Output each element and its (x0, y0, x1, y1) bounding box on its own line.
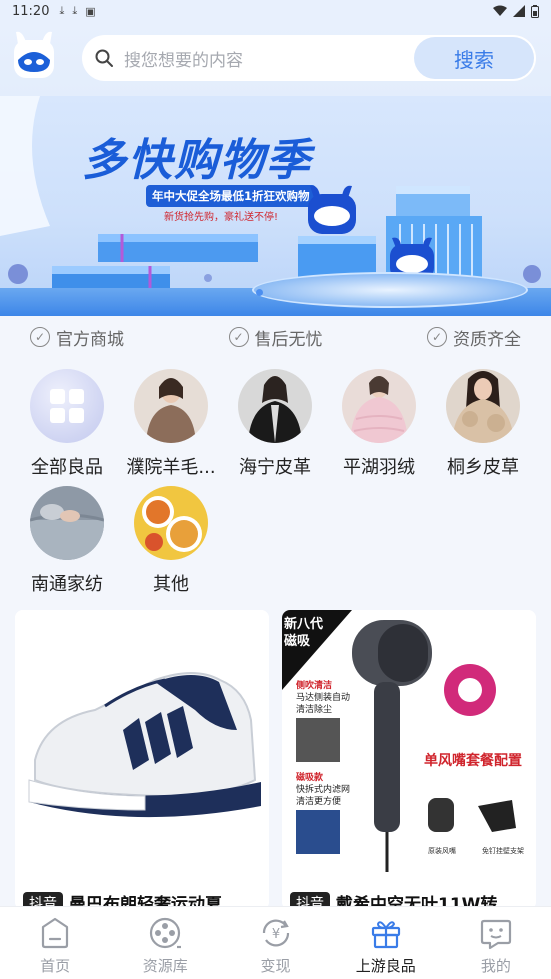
nav-label: 首页 (40, 957, 71, 975)
nav-home[interactable]: 首页 (0, 907, 110, 979)
nav-label: 我的 (480, 957, 511, 975)
signal-icon (513, 5, 525, 17)
yen-cycle-icon: ¥ (262, 919, 289, 947)
accessory-label: 原装风嘴 (428, 847, 456, 855)
feature-title: 侧吹清洁 (296, 681, 333, 691)
accessory-label: 免钉挂壁支架 (482, 847, 524, 855)
search-icon (95, 49, 113, 67)
nav-label: 资源库 (142, 957, 188, 975)
check-circle-icon: ✓ (427, 327, 447, 347)
header: 搜您想要的内容 搜索 (0, 22, 551, 96)
category-all[interactable]: 全部良品 (17, 369, 117, 479)
category-label: 海宁皮革 (239, 457, 311, 478)
feature-title: 磁吸款 (296, 773, 324, 783)
leather-jacket-photo (238, 369, 312, 443)
feature-desc: 快拆式内滤网 (296, 785, 351, 795)
food-photo (134, 486, 208, 560)
assurance-label: 售后无忧 (254, 329, 323, 350)
assurance-item: ✓ 售后无忧 (228, 325, 323, 350)
bedding-photo (30, 486, 104, 560)
hair-dryer-image: 新八代 磁吸 侧吹清洁 马达侧装自动 清洁除尘 磁吸款 快拆式内滤网 清洁更方便… (282, 610, 536, 882)
assurance-label: 官方商城 (56, 329, 124, 350)
wifi-icon (493, 5, 507, 16)
download-icon: ⤓ (72, 4, 78, 17)
category-label: 平湖羽绒 (343, 457, 415, 478)
assurance-item: ✓ 官方商城 (30, 325, 124, 350)
grid-icon (30, 369, 104, 443)
config-text: 单风嘴套餐配置 (424, 753, 522, 769)
search-input[interactable]: 搜您想要的内容 (124, 46, 414, 71)
svg-text:¥: ¥ (271, 927, 279, 942)
down-jacket-photo (342, 369, 416, 443)
feature-desc: 马达侧装自动 (296, 693, 351, 703)
status-time: 11:20 (12, 3, 50, 19)
fur-coat-photo (446, 369, 520, 443)
product-card[interactable]: 抖音 曼巴布朗轻奢运动夏 (15, 610, 269, 910)
search-button[interactable]: 搜索 (414, 37, 534, 79)
nav-monetize[interactable]: ¥ 变现 (220, 907, 330, 979)
a-icon: ▣ (85, 4, 96, 18)
category-label: 桐乡皮草 (447, 457, 519, 478)
assurance-label: 资质齐全 (453, 329, 521, 350)
category-label: 其他 (153, 574, 189, 595)
promo-banner[interactable]: 多快购物季 年中大促全场最低1折狂欢购物 新货抢先购，豪礼送不停! (0, 96, 551, 316)
corner-text: 磁吸 (284, 634, 311, 649)
feature-desc: 清洁除尘 (296, 705, 333, 715)
sweater-photo (134, 369, 208, 443)
feature-desc: 清洁更方便 (296, 797, 342, 807)
search-bar[interactable]: 搜您想要的内容 搜索 (82, 35, 536, 81)
category-label: 濮院羊毛... (126, 457, 216, 478)
app-logo[interactable] (12, 30, 56, 82)
nav-label: 上游良品 (355, 957, 416, 975)
check-circle-icon: ✓ (228, 327, 249, 347)
download-icon: ⤓ (59, 4, 65, 17)
gift-icon (371, 921, 400, 949)
corner-text: 新八代 (284, 617, 324, 632)
nav-label: 变现 (260, 957, 291, 975)
assurance-row: ✓ 官方商城 ✓ 售后无忧 ✓ 资质齐全 (0, 316, 551, 358)
category-haining-leather[interactable]: 海宁皮革 (225, 369, 325, 479)
nav-upstream-goods[interactable]: 上游良品 (331, 907, 441, 979)
check-circle-icon: ✓ (30, 327, 50, 347)
category-other[interactable]: 其他 (121, 486, 221, 596)
battery-icon (531, 4, 539, 18)
category-puyuan-wool[interactable]: 濮院羊毛... (121, 369, 221, 479)
film-reel-icon (150, 917, 182, 949)
nav-resource-library[interactable]: 资源库 (110, 907, 220, 979)
category-nantong-textile[interactable]: 南通家纺 (17, 486, 117, 596)
carousel-indicator[interactable] (256, 289, 263, 296)
home-icon (41, 917, 69, 949)
assurance-item: ✓ 资质齐全 (427, 325, 521, 350)
profile-face-icon (480, 919, 512, 950)
status-bar: 11:20 ⤓ ⤓ ▣ (0, 0, 551, 22)
category-label: 全部良品 (31, 457, 103, 478)
category-tongxiang-fur[interactable]: 桐乡皮草 (433, 369, 533, 479)
category-pinghu-down[interactable]: 平湖羽绒 (329, 369, 429, 479)
category-label: 南通家纺 (31, 574, 103, 595)
sneaker-image (15, 610, 269, 882)
nav-profile[interactable]: 我的 (441, 907, 551, 979)
bottom-nav: 首页 资源库 ¥ 变现 上游良品 我的 (0, 906, 551, 979)
product-card[interactable]: 新八代 磁吸 侧吹清洁 马达侧装自动 清洁除尘 磁吸款 快拆式内滤网 清洁更方便… (282, 610, 536, 910)
banner-pedestal (252, 272, 528, 308)
